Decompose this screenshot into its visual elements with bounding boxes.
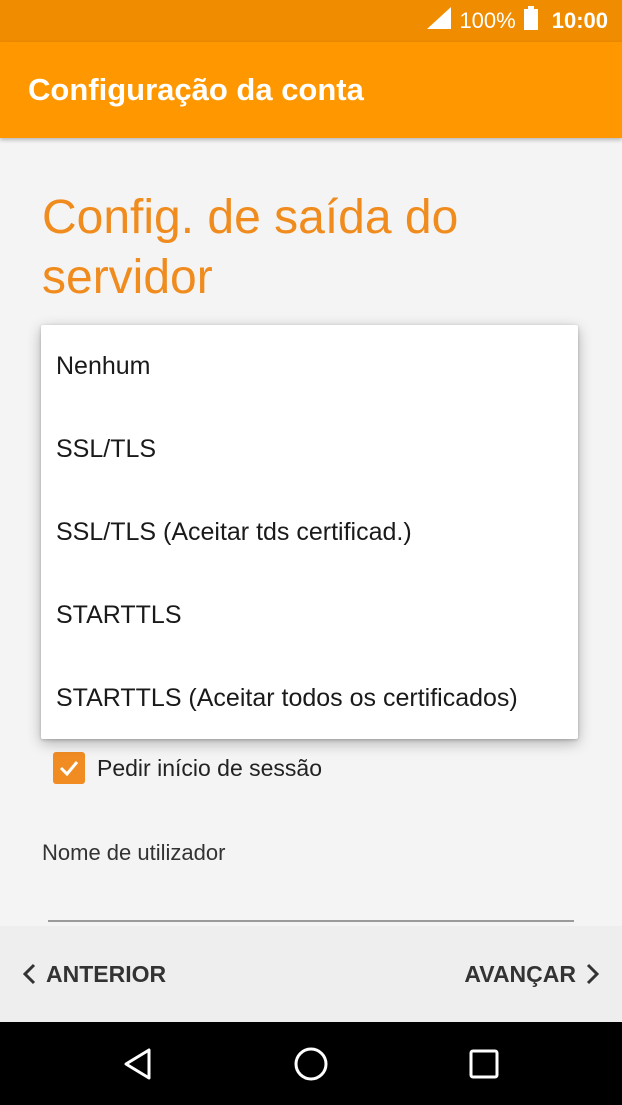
- clock: 10:00: [551, 8, 608, 33]
- app-bar-title: Configuração da conta: [28, 72, 364, 107]
- dropdown-option-ssl-tls[interactable]: SSL/TLS: [41, 408, 578, 491]
- dropdown-option-ssl-tls-accept-all[interactable]: SSL/TLS (Aceitar tds certificad.): [41, 491, 578, 574]
- dropdown-option-starttls-accept-all[interactable]: STARTTLS (Aceitar todos os certificados): [41, 657, 578, 740]
- login-required-checkbox-row[interactable]: Pedir início de sessão: [53, 752, 322, 784]
- signal-icon: [427, 7, 452, 35]
- next-button-label: AVANÇAR: [464, 960, 576, 987]
- next-button[interactable]: AVANÇAR: [464, 961, 600, 988]
- status-bar: 100% 10:00: [0, 0, 622, 42]
- login-required-checkbox[interactable]: [53, 752, 85, 784]
- username-label: Nome de utilizador: [42, 840, 226, 865]
- security-type-dropdown-menu: Nenhum SSL/TLS SSL/TLS (Aceitar tds cert…: [41, 325, 578, 739]
- battery-percentage: 100%: [459, 8, 516, 33]
- recents-square-icon[interactable]: [462, 1042, 506, 1086]
- system-nav-bar: [0, 1022, 622, 1105]
- page-title: Config. de saída do servidor: [42, 191, 459, 304]
- dropdown-option-starttls[interactable]: STARTTLS: [41, 574, 578, 657]
- wizard-nav-bar: ANTERIOR AVANÇAR: [0, 926, 622, 1022]
- back-triangle-icon[interactable]: [116, 1042, 160, 1086]
- dropdown-option-nenhum[interactable]: Nenhum: [41, 325, 578, 408]
- login-required-label: Pedir início de sessão: [97, 754, 323, 781]
- chevron-left-icon: [22, 963, 36, 985]
- username-input[interactable]: [48, 878, 574, 922]
- previous-button-label: ANTERIOR: [46, 960, 167, 987]
- home-circle-icon[interactable]: [289, 1042, 333, 1086]
- battery-icon: [523, 6, 538, 36]
- chevron-right-icon: [586, 963, 600, 985]
- check-icon: [59, 761, 79, 777]
- app-bar: Configuração da conta: [0, 42, 622, 138]
- previous-button[interactable]: ANTERIOR: [22, 961, 166, 988]
